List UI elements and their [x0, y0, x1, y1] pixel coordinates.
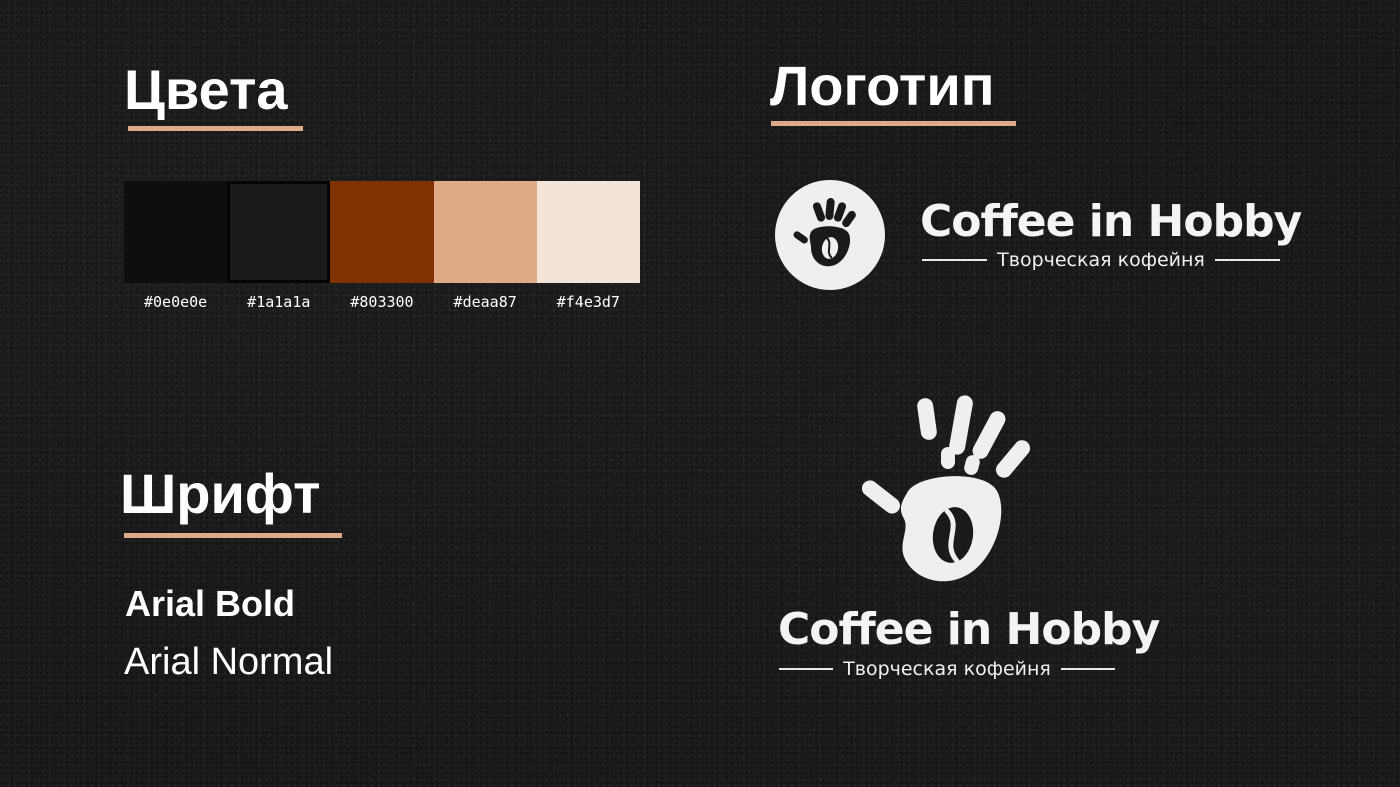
logo-heading: Логотип [770, 54, 995, 117]
tagline-text: Творческая кофейня [843, 658, 1051, 680]
font-sample-bold: Arial Bold [125, 583, 296, 624]
color-code-label: #deaa87 [453, 293, 517, 311]
color-swatch [330, 181, 434, 283]
brand-tagline: Творческая кофейня [922, 249, 1280, 271]
brand-tagline-large: Творческая кофейня [779, 658, 1115, 680]
brand-name: Coffee in Hobby [920, 196, 1302, 247]
tagline-rule-left [779, 668, 834, 670]
color-swatch [227, 181, 331, 283]
tagline-rule-left [922, 259, 988, 261]
color-code-label: #803300 [350, 293, 414, 311]
brand-name-large: Coffee in Hobby [778, 604, 1160, 655]
font-heading-underline [124, 533, 342, 538]
color-palette [124, 181, 640, 283]
color-swatch [433, 181, 537, 283]
tagline-text: Творческая кофейня [997, 249, 1205, 271]
colors-heading-underline [128, 126, 303, 131]
tagline-rule-right [1214, 259, 1280, 261]
font-heading: Шрифт [120, 462, 321, 525]
font-sample-normal: Arial Normal [124, 641, 334, 683]
color-swatch [124, 181, 228, 283]
logo-heading-underline [771, 121, 1016, 126]
color-code-label: #1a1a1a [247, 293, 311, 311]
colors-heading: Цвета [124, 58, 288, 121]
color-code-label: #0e0e0e [143, 293, 208, 311]
color-codes: #0e0e0e #1a1a1a #803300 #deaa87 #f4e3d7 [124, 293, 640, 311]
color-swatch [536, 181, 640, 283]
tagline-rule-right [1060, 668, 1115, 670]
color-code-label: #f4e3d7 [556, 293, 620, 311]
handprint-logo-icon [861, 395, 1030, 582]
handprint-coffee-bean-icon [775, 180, 885, 290]
